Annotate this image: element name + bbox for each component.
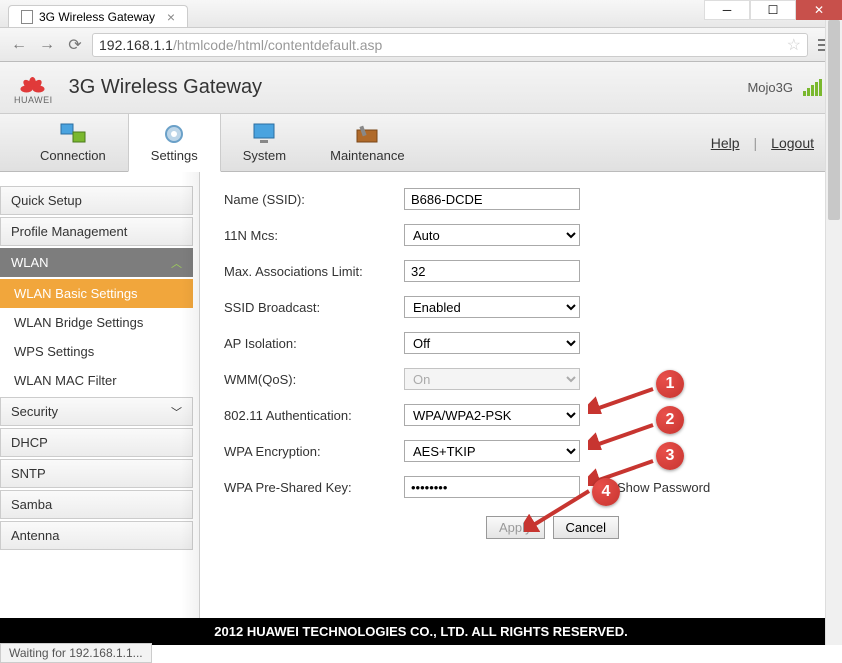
ssid-label: Name (SSID): — [224, 192, 404, 207]
chevron-up-icon: ︿ — [171, 255, 182, 271]
annotation-arrow-2 — [588, 420, 658, 450]
apiso-select[interactable]: Off — [404, 332, 580, 354]
annotation-arrow-4 — [524, 486, 594, 532]
browser-status-text: Waiting for 192.168.1.1... — [0, 643, 152, 663]
nav-tab-system[interactable]: System — [221, 114, 308, 171]
annotation-badge-2: 2 — [656, 406, 684, 434]
tab-close-icon[interactable]: × — [167, 9, 175, 25]
sidebar-sub-wlan-bridge[interactable]: WLAN Bridge Settings — [0, 308, 193, 337]
sidebar-item-quick-setup[interactable]: Quick Setup — [0, 186, 193, 215]
nav-label: Connection — [40, 148, 106, 163]
back-button[interactable]: ← — [8, 34, 30, 56]
sidebar-sub-mac-filter[interactable]: WLAN MAC Filter — [0, 366, 193, 395]
wmm-select: On — [404, 368, 580, 390]
mcs-label: 11N Mcs: — [224, 228, 404, 243]
footer-copyright: 2012 HUAWEI TECHNOLOGIES CO., LTD. ALL R… — [0, 618, 842, 645]
nav-separator: | — [754, 135, 758, 151]
bookmark-star-icon[interactable]: ☆ — [787, 35, 801, 55]
page-icon — [21, 10, 33, 24]
connection-icon — [59, 122, 87, 146]
assoc-label: Max. Associations Limit: — [224, 264, 404, 279]
mcs-select[interactable]: Auto — [404, 224, 580, 246]
annotation-badge-4: 4 — [592, 478, 620, 506]
nav-label: Maintenance — [330, 148, 404, 163]
window-minimize-button[interactable]: ─ — [704, 0, 750, 20]
toolbox-icon — [353, 122, 381, 146]
huawei-logo: HUAWEI — [14, 71, 53, 105]
url-host: 192.168.1.1 — [99, 37, 173, 53]
logo-brand-text: HUAWEI — [14, 95, 53, 105]
sidebar-item-wlan[interactable]: WLAN ︿ — [0, 248, 193, 277]
form-area: Name (SSID): 11N Mcs: Auto Max. Associat… — [200, 172, 842, 636]
logout-link[interactable]: Logout — [771, 135, 814, 151]
forward-button[interactable]: → — [36, 34, 58, 56]
sidebar-sub-wps[interactable]: WPS Settings — [0, 337, 193, 366]
sidebar-item-sntp[interactable]: SNTP — [0, 459, 193, 488]
nav-tab-settings[interactable]: Settings — [128, 114, 221, 172]
url-path: /htmlcode/html/contentdefault.asp — [173, 37, 382, 53]
page-header: HUAWEI 3G Wireless Gateway Mojo3G — [0, 62, 842, 114]
url-input[interactable]: 192.168.1.1/htmlcode/html/contentdefault… — [92, 33, 808, 57]
account-name: Mojo3G — [747, 80, 793, 95]
sidebar-item-antenna[interactable]: Antenna — [0, 521, 193, 550]
page-title: 3G Wireless Gateway — [69, 76, 262, 99]
annotation-badge-3: 3 — [656, 442, 684, 470]
monitor-icon — [250, 122, 278, 146]
assoc-input[interactable] — [404, 260, 580, 282]
gear-icon — [160, 122, 188, 146]
chevron-down-icon: ﹀ — [171, 404, 182, 420]
sidebar-item-samba[interactable]: Samba — [0, 490, 193, 519]
annotation-arrow-1 — [588, 384, 658, 414]
reload-button[interactable]: ⟳ — [64, 34, 86, 56]
browser-tab[interactable]: 3G Wireless Gateway × — [8, 5, 188, 27]
vertical-scrollbar[interactable] — [825, 0, 842, 645]
psk-label: WPA Pre-Shared Key: — [224, 480, 404, 495]
nav-label: System — [243, 148, 286, 163]
broadcast-select[interactable]: Enabled — [404, 296, 580, 318]
nav-label: Settings — [151, 148, 198, 163]
window-close-button[interactable]: ✕ — [796, 0, 842, 20]
nav-tab-connection[interactable]: Connection — [18, 114, 128, 171]
sidebar-sub-wlan-basic[interactable]: WLAN Basic Settings — [0, 279, 193, 308]
ssid-input[interactable] — [404, 188, 580, 210]
window-maximize-button[interactable]: ☐ — [750, 0, 796, 20]
sidebar-item-profile-management[interactable]: Profile Management — [0, 217, 193, 246]
main-nav: Connection Settings System Maintenance H… — [0, 114, 842, 172]
address-bar: ← → ⟳ 192.168.1.1/htmlcode/html/contentd… — [0, 28, 842, 62]
broadcast-label: SSID Broadcast: — [224, 300, 404, 315]
scrollbar-thumb[interactable] — [828, 20, 840, 220]
annotation-badge-1: 1 — [656, 370, 684, 398]
auth-label: 802.11 Authentication: — [224, 408, 404, 423]
sidebar-item-dhcp[interactable]: DHCP — [0, 428, 193, 457]
apiso-label: AP Isolation: — [224, 336, 404, 351]
sidebar: Quick Setup Profile Management WLAN ︿ WL… — [0, 172, 200, 636]
tab-title: 3G Wireless Gateway — [39, 10, 155, 24]
nav-tab-maintenance[interactable]: Maintenance — [308, 114, 426, 171]
signal-strength-icon — [803, 79, 822, 96]
sidebar-item-security[interactable]: Security﹀ — [0, 397, 193, 426]
help-link[interactable]: Help — [711, 135, 740, 151]
enc-select[interactable]: AES+TKIP — [404, 440, 580, 462]
enc-label: WPA Encryption: — [224, 444, 404, 459]
auth-select[interactable]: WPA/WPA2-PSK — [404, 404, 580, 426]
wmm-label: WMM(QoS): — [224, 372, 404, 387]
